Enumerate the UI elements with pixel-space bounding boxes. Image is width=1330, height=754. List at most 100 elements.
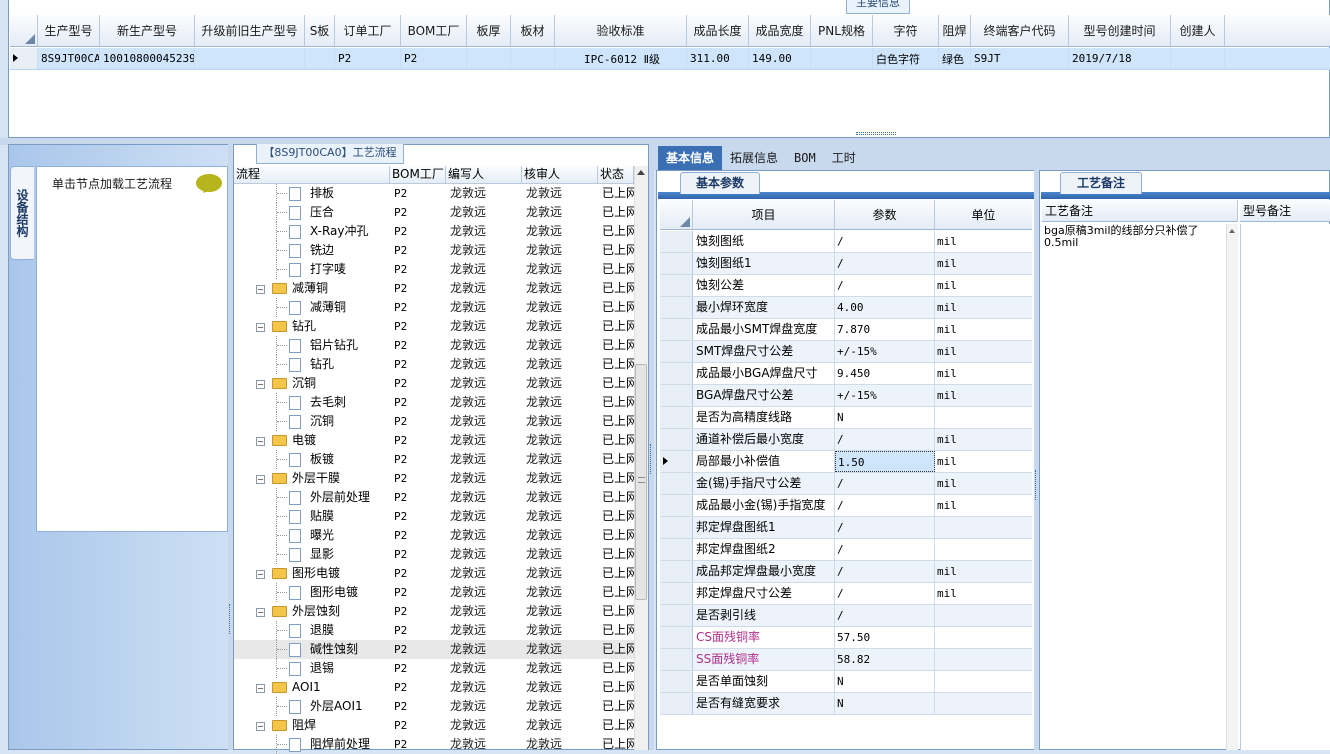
tree-node[interactable]: 沉铜 (234, 412, 390, 431)
tab-process-notes[interactable]: 工艺备注 (1060, 172, 1142, 194)
tree-row[interactable]: 沉铜 P2 龙敦远 龙敦远 已上网 (234, 412, 634, 431)
tree-row[interactable]: 退膜 P2 龙敦远 龙敦远 已上网 (234, 621, 634, 640)
tree-node[interactable]: − AOI1 (234, 678, 390, 697)
main-col-header[interactable]: 新生产型号 (100, 15, 195, 46)
collapse-icon[interactable]: − (256, 608, 265, 617)
tree-node[interactable]: 铣边 (234, 241, 390, 260)
param-row[interactable]: 成品最小BGA焊盘尺寸 9.450 mil (660, 363, 1032, 385)
main-cell[interactable]: 311.00 (687, 48, 749, 69)
param-row[interactable]: SMT焊盘尺寸公差 +/-15% mil (660, 341, 1032, 363)
collapse-icon[interactable]: − (256, 323, 265, 332)
tree-node[interactable]: 外层前处理 (234, 488, 390, 507)
tree-node[interactable]: − 减薄铜 (234, 279, 390, 298)
tree-node[interactable]: 曝光 (234, 526, 390, 545)
tree-node[interactable]: 去毛刺 (234, 393, 390, 412)
tree-node[interactable]: − 外层蚀刻 (234, 602, 390, 621)
tree-row[interactable]: 排板 P2 龙敦远 龙敦远 已上网 (234, 184, 634, 203)
row-selector[interactable] (660, 649, 693, 670)
tree-node[interactable]: 贴膜 (234, 507, 390, 526)
param-row[interactable]: 蚀刻图纸1/mil (660, 253, 1032, 275)
tree-row[interactable]: 铝片钻孔 P2 龙敦远 龙敦远 已上网 (234, 336, 634, 355)
param-row[interactable]: 邦定焊盘图纸2/ (660, 539, 1032, 561)
collapse-icon[interactable]: − (256, 570, 265, 579)
row-selector[interactable] (660, 231, 693, 252)
main-cell[interactable]: IPC-6012 Ⅱ级 (555, 48, 687, 69)
param-row[interactable]: 是否为高精度线路 N (660, 407, 1032, 429)
row-selector[interactable] (660, 341, 693, 362)
row-selector[interactable] (660, 495, 693, 516)
tree-row[interactable]: − 图形电镀 P2 龙敦远 龙敦远 已上网 (234, 564, 634, 583)
row-selector[interactable] (660, 693, 693, 714)
main-col-header[interactable]: 阻焊 (939, 15, 971, 46)
main-cell[interactable]: 10010800045239 (100, 48, 195, 69)
scroll-up-arrow-icon[interactable] (1229, 229, 1235, 233)
tree-row[interactable]: 减薄铜 P2 龙敦远 龙敦远 已上网 (234, 298, 634, 317)
param-value-cell[interactable]: 7.870 (835, 319, 935, 340)
collapse-icon[interactable]: − (256, 380, 265, 389)
tree-node[interactable]: 碱性蚀刻 (234, 640, 390, 659)
tree-node[interactable]: 板镀 (234, 450, 390, 469)
param-value-cell[interactable]: / (835, 539, 935, 560)
tab-bom[interactable]: BOM (786, 146, 824, 170)
param-value-cell[interactable]: +/-15% (835, 385, 935, 406)
tab-basic-params[interactable]: 基本参数 (680, 172, 760, 194)
col-reviewer[interactable]: 核审人 (522, 166, 598, 183)
tree-node[interactable]: 铝片钻孔 (234, 336, 390, 355)
main-info-title[interactable]: 主要信息 (846, 0, 910, 14)
tree-row[interactable]: 贴膜 P2 龙敦远 龙敦远 已上网 (234, 507, 634, 526)
tree-row[interactable]: X-Ray冲孔 P2 龙敦远 龙敦远 已上网 (234, 222, 634, 241)
middle-splitter[interactable] (649, 144, 654, 750)
tree-scroll-thumb[interactable] (635, 364, 647, 600)
row-selector[interactable] (660, 561, 693, 582)
param-row[interactable]: 金(锡)手指尺寸公差 / mil (660, 473, 1032, 495)
row-selector[interactable] (660, 429, 693, 450)
tree-row[interactable]: − 钻孔 P2 龙敦远 龙敦远 已上网 (234, 317, 634, 336)
tree-node[interactable]: 压合 (234, 203, 390, 222)
main-cell[interactable] (511, 48, 555, 69)
notes-scrollbar[interactable] (1226, 224, 1238, 750)
main-col-header[interactable]: 字符 (873, 15, 939, 46)
row-selector[interactable] (660, 605, 693, 626)
row-selector[interactable] (660, 451, 693, 472)
tree-row[interactable]: − 电镀 P2 龙敦远 龙敦远 已上网 (234, 431, 634, 450)
main-col-header[interactable]: 型号创建时间 (1069, 15, 1171, 46)
tree-node[interactable]: 减薄铜 (234, 298, 390, 317)
main-col-header[interactable]: 生产型号 (38, 15, 100, 46)
scroll-up-arrow-icon[interactable] (637, 170, 645, 175)
col-status[interactable]: 状态 (598, 166, 634, 183)
main-col-header[interactable]: 创建人 (1171, 15, 1225, 46)
col-unit[interactable]: 单位 (935, 200, 1032, 229)
main-col-header[interactable]: 终端客户代码 (971, 15, 1069, 46)
splitter-grip[interactable] (1035, 470, 1038, 500)
main-cell[interactable] (1171, 48, 1225, 69)
tree-node[interactable]: 排板 (234, 184, 390, 203)
collapse-icon[interactable]: − (256, 722, 265, 731)
tree-node[interactable]: 显影 (234, 545, 390, 564)
main-col-header[interactable]: 验收标准 (555, 15, 687, 46)
main-col-header[interactable]: 订单工厂 (335, 15, 401, 46)
model-note-textarea[interactable] (1240, 224, 1330, 750)
row-selector[interactable] (660, 539, 693, 560)
main-col-header[interactable]: 板材 (511, 15, 555, 46)
tab-basic-info[interactable]: 基本信息 (658, 146, 723, 170)
tree-node[interactable]: 打字唛 (234, 260, 390, 279)
param-value-cell[interactable]: / (835, 231, 935, 252)
param-value-cell[interactable]: 58.82 (835, 649, 935, 670)
collapse-icon[interactable]: − (256, 437, 265, 446)
tree-row[interactable]: 铣边 P2 龙敦远 龙敦远 已上网 (234, 241, 634, 260)
param-value-cell[interactable]: / (835, 429, 935, 450)
tree-row[interactable]: − 沉铜 P2 龙敦远 龙敦远 已上网 (234, 374, 634, 393)
splitter-grip[interactable] (650, 444, 653, 474)
main-col-header[interactable]: 成品宽度 (749, 15, 811, 46)
row-selector[interactable] (660, 297, 693, 318)
collapse-icon[interactable]: − (256, 475, 265, 484)
tree-row[interactable]: 外层AOI1 P2 龙敦远 龙敦远 已上网 (234, 697, 634, 716)
row-selector[interactable] (660, 253, 693, 274)
param-row[interactable]: 邦定焊盘尺寸公差 / mil (660, 583, 1032, 605)
tree-row[interactable]: 外层前处理 P2 龙敦远 龙敦远 已上网 (234, 488, 634, 507)
header-corner[interactable] (10, 15, 38, 46)
param-row[interactable]: SS面残铜率 58.82 (660, 649, 1032, 671)
param-row[interactable]: 蚀刻公差 / mil (660, 275, 1032, 297)
tree-node[interactable]: − 图形电镀 (234, 564, 390, 583)
tab-work-hours[interactable]: 工时 (824, 146, 864, 170)
